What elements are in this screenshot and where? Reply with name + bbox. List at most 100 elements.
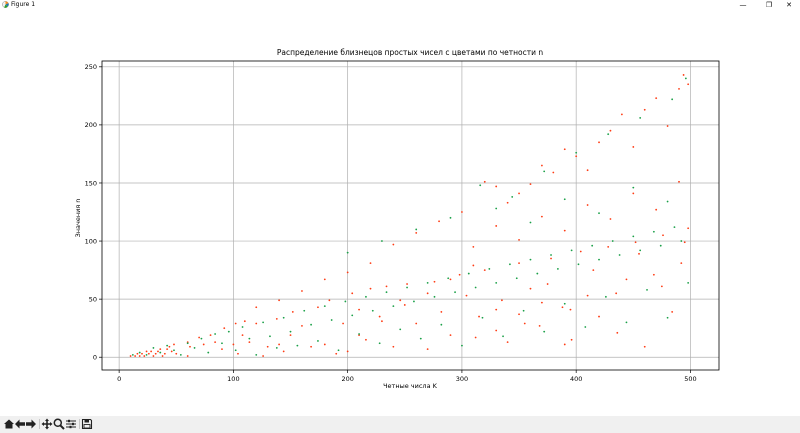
save-icon[interactable] [81, 418, 93, 430]
data-point [540, 301, 543, 304]
data-point [193, 347, 196, 349]
data-point [369, 287, 372, 290]
data-point [546, 283, 549, 285]
data-point [241, 326, 244, 328]
data-point [682, 74, 685, 76]
data-point [615, 292, 618, 295]
data-point [415, 322, 418, 325]
minimize-button[interactable]: — [732, 0, 754, 10]
data-point [173, 343, 175, 346]
data-point [291, 311, 294, 313]
data-point [687, 83, 690, 86]
configure-subplots-icon[interactable] [65, 418, 77, 430]
data-point [506, 201, 509, 204]
maximize-button[interactable]: ❐ [758, 0, 780, 10]
data-point [399, 328, 402, 331]
data-point [317, 306, 319, 309]
data-point [598, 141, 600, 144]
data-point [501, 299, 503, 302]
data-point [173, 349, 175, 352]
data-point [166, 348, 169, 350]
data-point [680, 240, 683, 242]
y-tick-label: 50 [89, 295, 97, 303]
data-point [529, 221, 532, 224]
x-tick-label: 300 [456, 375, 468, 383]
data-point [625, 278, 628, 281]
data-point [655, 208, 658, 211]
data-point [620, 113, 623, 116]
x-tick-label: 500 [684, 375, 696, 383]
data-point [671, 311, 674, 313]
data-point [465, 294, 468, 297]
data-point [403, 304, 406, 306]
toolbar-separator [79, 419, 80, 429]
zoom-icon[interactable] [53, 418, 65, 430]
data-point [518, 313, 520, 316]
data-point [540, 164, 543, 167]
data-point [275, 347, 278, 349]
data-point [152, 347, 155, 349]
data-point [262, 355, 265, 357]
pan-icon[interactable] [41, 418, 53, 430]
data-point [419, 337, 422, 340]
data-point [317, 340, 319, 342]
data-point [378, 342, 381, 345]
data-point [577, 263, 580, 266]
data-point [550, 254, 552, 256]
data-point [529, 287, 532, 290]
data-point [346, 350, 349, 353]
data-point [506, 341, 509, 344]
data-point [358, 333, 360, 335]
data-point [209, 334, 212, 337]
data-point [301, 324, 303, 327]
data-point [255, 353, 258, 356]
data-point [449, 334, 452, 337]
data-point [330, 319, 333, 321]
data-point [152, 355, 155, 357]
data-point [618, 254, 621, 256]
data-point [495, 308, 498, 311]
data-point [323, 305, 326, 308]
data-point [518, 238, 520, 241]
data-point [138, 351, 141, 354]
data-point [337, 349, 340, 352]
data-point [449, 278, 452, 281]
data-point [652, 230, 655, 233]
data-point [678, 180, 680, 183]
data-point [282, 316, 285, 319]
data-point [518, 192, 520, 195]
data-point [607, 245, 610, 248]
data-point [381, 320, 383, 323]
data-point [474, 336, 477, 339]
data-point [666, 200, 669, 203]
data-point [243, 320, 246, 323]
data-point [563, 302, 566, 305]
data-point [351, 292, 354, 295]
data-point [449, 216, 452, 219]
y-tick-label: 100 [85, 237, 97, 245]
x-axis-label: Четные числа K [383, 382, 438, 390]
data-point [586, 294, 589, 297]
data-point [561, 306, 564, 309]
window-title: Figure 1 [11, 1, 36, 8]
data-point [248, 337, 251, 340]
data-point [563, 229, 566, 232]
data-point [189, 345, 191, 348]
data-point [495, 281, 498, 284]
data-point [550, 257, 552, 260]
data-point [381, 240, 383, 242]
data-point [483, 180, 486, 183]
data-point [426, 292, 429, 295]
data-point [392, 345, 395, 348]
forward-arrow-icon[interactable] [25, 418, 37, 430]
data-point [509, 263, 511, 266]
data-point [227, 330, 230, 333]
data-point [652, 273, 655, 276]
data-point [461, 211, 463, 213]
close-button[interactable]: ✕ [778, 0, 800, 10]
figure-canvas[interactable]: 0 100 200 300 400 500 0 50 100 150 200 250 Распред… [0, 10, 800, 416]
data-point [495, 225, 498, 227]
data-point [200, 337, 203, 340]
data-point [248, 341, 251, 344]
data-point [440, 323, 443, 326]
